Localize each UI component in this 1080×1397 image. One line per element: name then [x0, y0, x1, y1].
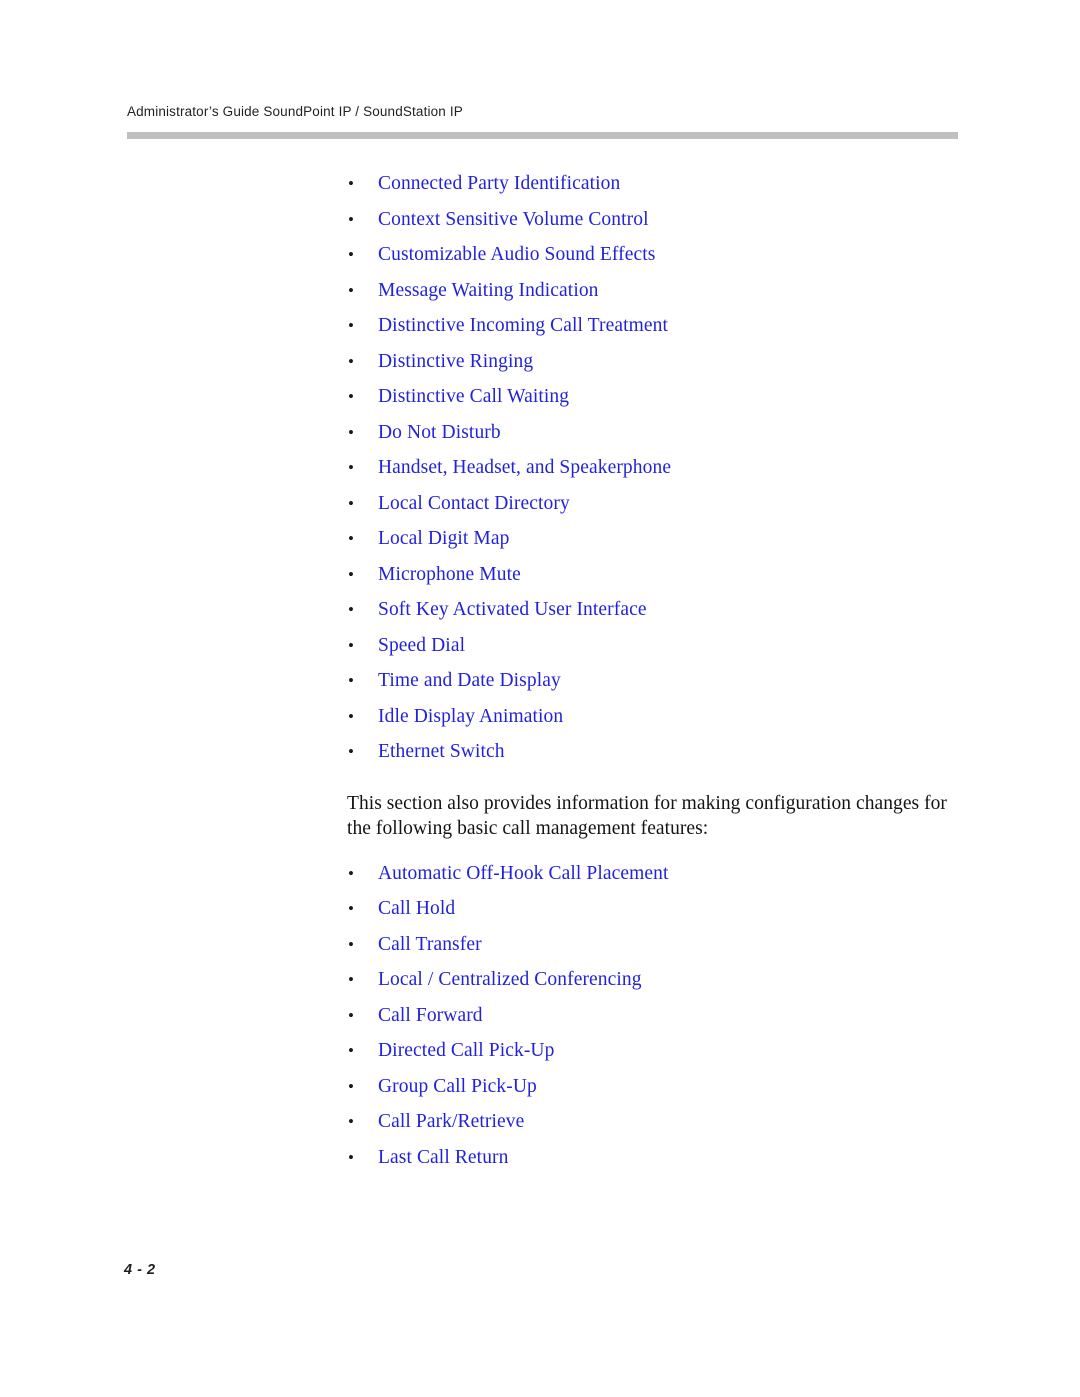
- bullet-icon: •: [348, 742, 354, 761]
- list-item[interactable]: • Handset, Headset, and Speakerphone: [347, 450, 957, 486]
- list-item[interactable]: • Idle Display Animation: [347, 699, 957, 735]
- bullet-icon: •: [348, 316, 354, 335]
- bullet-icon: •: [348, 529, 354, 548]
- bullet-icon: •: [348, 1041, 354, 1060]
- feature-link-list: • Connected Party Identification • Context …: [347, 166, 957, 770]
- call-management-link[interactable]: Call Transfer: [378, 934, 482, 955]
- list-item[interactable]: • Microphone Mute: [347, 557, 957, 593]
- bullet-icon: •: [348, 458, 354, 477]
- feature-link[interactable]: Soft Key Activated User Interface: [378, 599, 647, 620]
- list-item[interactable]: • Call Forward: [347, 998, 957, 1034]
- feature-link[interactable]: Context Sensitive Volume Control: [378, 209, 649, 230]
- bullet-icon: •: [348, 600, 354, 619]
- list-item[interactable]: • Directed Call Pick-Up: [347, 1033, 957, 1069]
- bullet-icon: •: [348, 863, 354, 883]
- bullet-icon: •: [348, 493, 354, 513]
- bullet-icon: •: [348, 899, 354, 918]
- call-management-link[interactable]: Local / Centralized Conferencing: [378, 969, 642, 990]
- page-content: • Connected Party Identification • Context …: [347, 166, 957, 1175]
- running-header: Administrator’s Guide SoundPoint IP / So…: [127, 104, 463, 119]
- bullet-icon: •: [348, 245, 354, 264]
- feature-link[interactable]: Distinctive Ringing: [378, 351, 533, 372]
- feature-link[interactable]: Message Waiting Indication: [378, 280, 599, 301]
- bullet-icon: •: [348, 280, 354, 300]
- bullet-icon: •: [348, 934, 354, 954]
- bullet-icon: •: [348, 564, 354, 584]
- call-management-link[interactable]: Group Call Pick-Up: [378, 1076, 537, 1097]
- call-management-link-list: • Automatic Off-Hook Call Placement • Call …: [347, 856, 957, 1176]
- feature-link[interactable]: Microphone Mute: [378, 564, 521, 585]
- list-item[interactable]: • Speed Dial: [347, 628, 957, 664]
- bullet-icon: •: [348, 1112, 354, 1131]
- list-item[interactable]: • Customizable Audio Sound Effects: [347, 237, 957, 273]
- list-item[interactable]: • Local Digit Map: [347, 521, 957, 557]
- list-item[interactable]: • Automatic Off-Hook Call Placement: [347, 856, 957, 892]
- feature-link[interactable]: Local Digit Map: [378, 528, 509, 549]
- page-number: 4 - 2: [124, 1262, 156, 1278]
- list-item[interactable]: • Message Waiting Indication: [347, 273, 957, 309]
- feature-link[interactable]: Local Contact Directory: [378, 493, 570, 514]
- list-item[interactable]: • Group Call Pick-Up: [347, 1069, 957, 1105]
- bullet-icon: •: [348, 1005, 354, 1025]
- bullet-icon: •: [348, 174, 354, 193]
- bullet-icon: •: [348, 671, 354, 690]
- bullet-icon: •: [348, 706, 354, 726]
- list-item[interactable]: • Call Hold: [347, 891, 957, 927]
- list-item[interactable]: • Distinctive Call Waiting: [347, 379, 957, 415]
- feature-link[interactable]: Connected Party Identification: [378, 173, 620, 194]
- bullet-icon: •: [348, 387, 354, 406]
- feature-link[interactable]: Do Not Disturb: [378, 422, 501, 443]
- feature-link[interactable]: Idle Display Animation: [378, 706, 563, 727]
- bullet-icon: •: [348, 1076, 354, 1096]
- call-management-link[interactable]: Directed Call Pick-Up: [378, 1040, 554, 1061]
- intro-paragraph: This section also provides information f…: [347, 792, 947, 840]
- paragraph-list-spacer: [347, 842, 957, 856]
- list-paragraph-spacer: [347, 770, 957, 791]
- list-item[interactable]: • Call Transfer: [347, 927, 957, 963]
- bullet-icon: •: [348, 1147, 354, 1167]
- call-management-link[interactable]: Automatic Off-Hook Call Placement: [378, 863, 669, 884]
- list-item[interactable]: • Ethernet Switch: [347, 734, 957, 770]
- feature-link[interactable]: Distinctive Incoming Call Treatment: [378, 315, 668, 336]
- list-item[interactable]: • Context Sensitive Volume Control: [347, 202, 957, 238]
- list-item[interactable]: • Local Contact Directory: [347, 486, 957, 522]
- bullet-icon: •: [348, 209, 354, 229]
- list-item[interactable]: • Distinctive Ringing: [347, 344, 957, 380]
- bullet-icon: •: [348, 351, 354, 371]
- document-page: Administrator’s Guide SoundPoint IP / So…: [0, 0, 1080, 1397]
- feature-link[interactable]: Ethernet Switch: [378, 741, 505, 762]
- feature-link[interactable]: Time and Date Display: [378, 670, 561, 691]
- list-item[interactable]: • Do Not Disturb: [347, 415, 957, 451]
- bullet-icon: •: [348, 970, 354, 989]
- list-item[interactable]: • Connected Party Identification: [347, 166, 957, 202]
- call-management-link[interactable]: Call Forward: [378, 1005, 483, 1026]
- feature-link[interactable]: Customizable Audio Sound Effects: [378, 244, 655, 265]
- header-divider-rule: [127, 132, 958, 139]
- feature-link[interactable]: Handset, Headset, and Speakerphone: [378, 457, 671, 478]
- call-management-link[interactable]: Last Call Return: [378, 1147, 509, 1168]
- call-management-link[interactable]: Call Park/Retrieve: [378, 1111, 524, 1132]
- bullet-icon: •: [348, 635, 354, 655]
- call-management-link[interactable]: Call Hold: [378, 898, 455, 919]
- feature-link[interactable]: Distinctive Call Waiting: [378, 386, 569, 407]
- list-item[interactable]: • Local / Centralized Conferencing: [347, 962, 957, 998]
- bullet-icon: •: [348, 422, 354, 442]
- list-item[interactable]: • Distinctive Incoming Call Treatment: [347, 308, 957, 344]
- list-item[interactable]: • Soft Key Activated User Interface: [347, 592, 957, 628]
- list-item[interactable]: • Call Park/Retrieve: [347, 1104, 957, 1140]
- list-item[interactable]: • Last Call Return: [347, 1140, 957, 1176]
- list-item[interactable]: • Time and Date Display: [347, 663, 957, 699]
- feature-link[interactable]: Speed Dial: [378, 635, 465, 656]
